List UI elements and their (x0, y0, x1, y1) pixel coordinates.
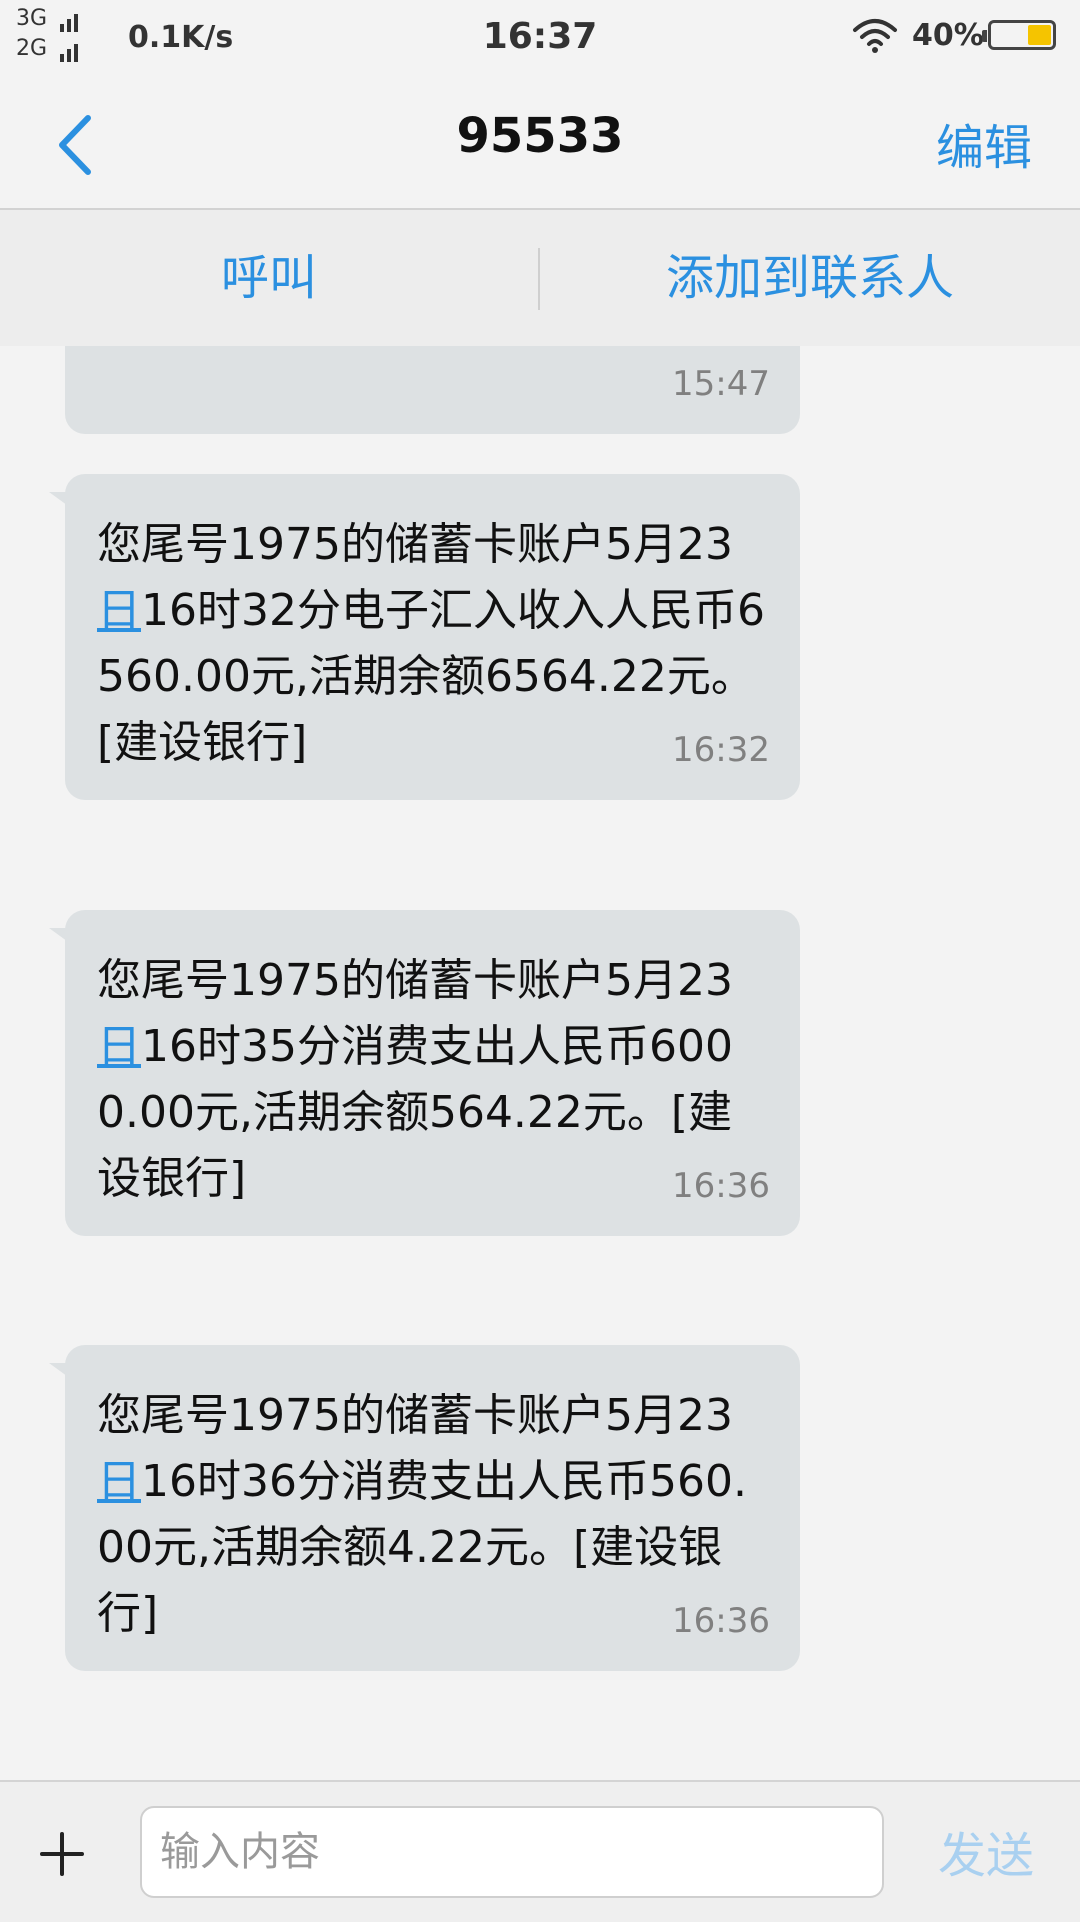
message-text-part: 16时36分消费支出人民币560.00元,活期余额4.22元。[建设银行] (97, 1456, 747, 1639)
message-time: 15:47 (672, 364, 770, 404)
date-link[interactable]: 日 (97, 585, 141, 636)
edit-button[interactable]: 编辑 (936, 108, 1032, 178)
battery-percent: 40% (912, 18, 984, 53)
message-time: 16:36 (672, 1166, 770, 1206)
message-text-part: 16时32分电子汇入收入人民币6560.00元,活期余额6564.22元。[建设… (97, 585, 765, 768)
nav-bar: 95533 编辑 (0, 80, 1080, 210)
message-text: 您尾号1975的储蓄卡账户5月23 日16时35分消费支出人民币6000.00元,… (97, 948, 772, 1212)
date-link[interactable]: 日 (97, 1021, 141, 1072)
message-text-part: 您尾号1975的储蓄卡账户5月23 (97, 1390, 733, 1441)
chevron-left-icon[interactable] (50, 110, 110, 180)
send-button[interactable]: 发送 (938, 1816, 1034, 1886)
add-to-contacts-button[interactable]: 添加到联系人 (540, 210, 1080, 346)
message-list[interactable]: 15:47 您尾号1975的储蓄卡账户5月23日16时32分电子汇入收入人民币6… (0, 346, 1080, 1780)
message-bubble[interactable]: 您尾号1975的储蓄卡账户5月23 日16时35分消费支出人民币6000.00元,… (49, 910, 800, 1236)
message-text-part: 16时35分消费支出人民币6000.00元,活期余额564.22元。[建设银行] (97, 1021, 733, 1204)
plus-icon[interactable] (38, 1830, 86, 1878)
message-text-part: 您尾号1975的储蓄卡账户5月23 (97, 519, 733, 570)
message-bubble[interactable]: 15:47 (65, 346, 800, 434)
message-input[interactable] (140, 1806, 884, 1898)
message-time: 16:32 (672, 730, 770, 770)
battery-level-fill (1028, 25, 1051, 45)
status-bar: 3G 2G 0.1K/s 16:37 40% (0, 0, 1080, 80)
compose-bar: 发送 (0, 1780, 1080, 1922)
message-text-part: 您尾号1975的储蓄卡账户5月23 (97, 955, 733, 1006)
message-text: 您尾号1975的储蓄卡账户5月23 日16时32分电子汇入收入人民币6560.00… (97, 512, 772, 776)
contact-action-bar: 呼叫 添加到联系人 (0, 210, 1080, 346)
page-title: 95533 (456, 108, 624, 164)
message-bubble[interactable]: 您尾号1975的储蓄卡账户5月23 日16时36分消费支出人民币560.00元,活… (49, 1345, 800, 1671)
date-link[interactable]: 日 (97, 1456, 141, 1507)
call-button[interactable]: 呼叫 (0, 210, 538, 346)
battery-icon (982, 20, 1056, 50)
message-text: 您尾号1975的储蓄卡账户5月23 日16时36分消费支出人民币560.00元,活… (97, 1383, 772, 1647)
message-time: 16:36 (672, 1601, 770, 1641)
wifi-icon (853, 19, 897, 53)
message-bubble[interactable]: 您尾号1975的储蓄卡账户5月23 日16时32分电子汇入收入人民币6560.00… (49, 474, 800, 800)
